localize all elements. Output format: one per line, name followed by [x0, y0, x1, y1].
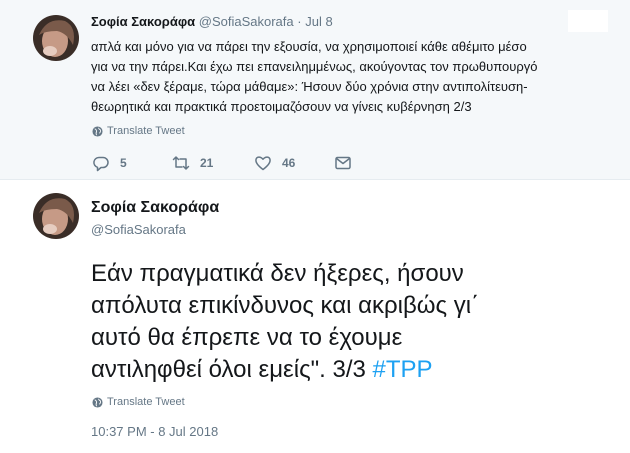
dismiss-area: [568, 10, 608, 32]
tweet-text: Εάν πραγματικά δεν ήξερες, ήσουν απόλυτα…: [91, 258, 621, 386]
tweet-text-line-last: αντιληφθεί όλοι εμείς". 3/3 #TPP: [91, 354, 621, 386]
avatar[interactable]: [33, 193, 79, 239]
tweet-timestamp[interactable]: 10:37 PM - 8 Jul 2018: [91, 424, 218, 439]
tweet-text: απλά και μόνο για να πάρει την εξουσία, …: [91, 37, 611, 117]
tweet-header: Σοφία Σακοράφα @SofiaSakorafa · Jul 8: [91, 14, 333, 29]
globe-icon: [92, 396, 103, 408]
envelope-icon: [335, 156, 351, 170]
translate-tweet-link[interactable]: Translate Tweet: [92, 125, 185, 137]
reply-icon: [93, 156, 109, 172]
retweet-button[interactable]: 21: [172, 154, 213, 172]
globe-icon: [92, 125, 103, 137]
avatar-photo: [33, 193, 79, 239]
separator-dot: ·: [297, 14, 302, 29]
reply-button[interactable]: 5: [92, 154, 127, 172]
translate-label: Translate Tweet: [107, 396, 185, 408]
tweet-text-line: να λέει «δεν ξέραμε, τώρα μάθαμε»: Ήσουν…: [91, 79, 528, 94]
retweet-icon: [172, 156, 190, 170]
direct-message-button[interactable]: [334, 154, 362, 172]
author-handle[interactable]: @SofiaSakorafa: [91, 222, 186, 237]
heart-icon: [255, 156, 271, 171]
tweet-text-line: αυτό θα έπρεπε να το έχουμε: [91, 324, 403, 351]
like-count: 46: [282, 156, 296, 170]
author-handle[interactable]: @SofiaSakorafa: [199, 14, 294, 29]
translate-tweet-link[interactable]: Translate Tweet: [92, 396, 185, 408]
retweet-count: 21: [200, 156, 214, 170]
hashtag-link[interactable]: #TPP: [373, 356, 433, 383]
tweet-text-line: θεωρητικά και πρακτικά προετοιμαζόσουν ν…: [91, 99, 472, 114]
tweet-text-segment: αντιληφθεί όλοι εμείς". 3/3: [91, 356, 373, 383]
tweet-text-line: απόλυτα επικίνδυνος και ακριβώς γι΄: [91, 292, 480, 319]
avatar[interactable]: [33, 15, 79, 61]
like-button[interactable]: 46: [254, 154, 295, 172]
avatar-photo: [33, 15, 79, 61]
reply-count: 5: [120, 156, 127, 170]
tweet-text-line: για να την πάρει.Και έχω πει επανειλημμέ…: [91, 59, 538, 74]
translate-label: Translate Tweet: [107, 125, 185, 137]
author-name[interactable]: Σοφία Σακοράφα: [91, 14, 195, 29]
tweet-text-line: απλά και μόνο για να πάρει την εξουσία, …: [91, 39, 527, 54]
tweet-text-line: Εάν πραγματικά δεν ήξερες, ήσουν: [91, 260, 464, 287]
previous-tweet[interactable]: Σοφία Σακοράφα @SofiaSakorafa · Jul 8 απ…: [0, 0, 630, 180]
author-name[interactable]: Σοφία Σακοράφα: [91, 199, 219, 217]
tweet-date[interactable]: Jul 8: [305, 14, 332, 29]
